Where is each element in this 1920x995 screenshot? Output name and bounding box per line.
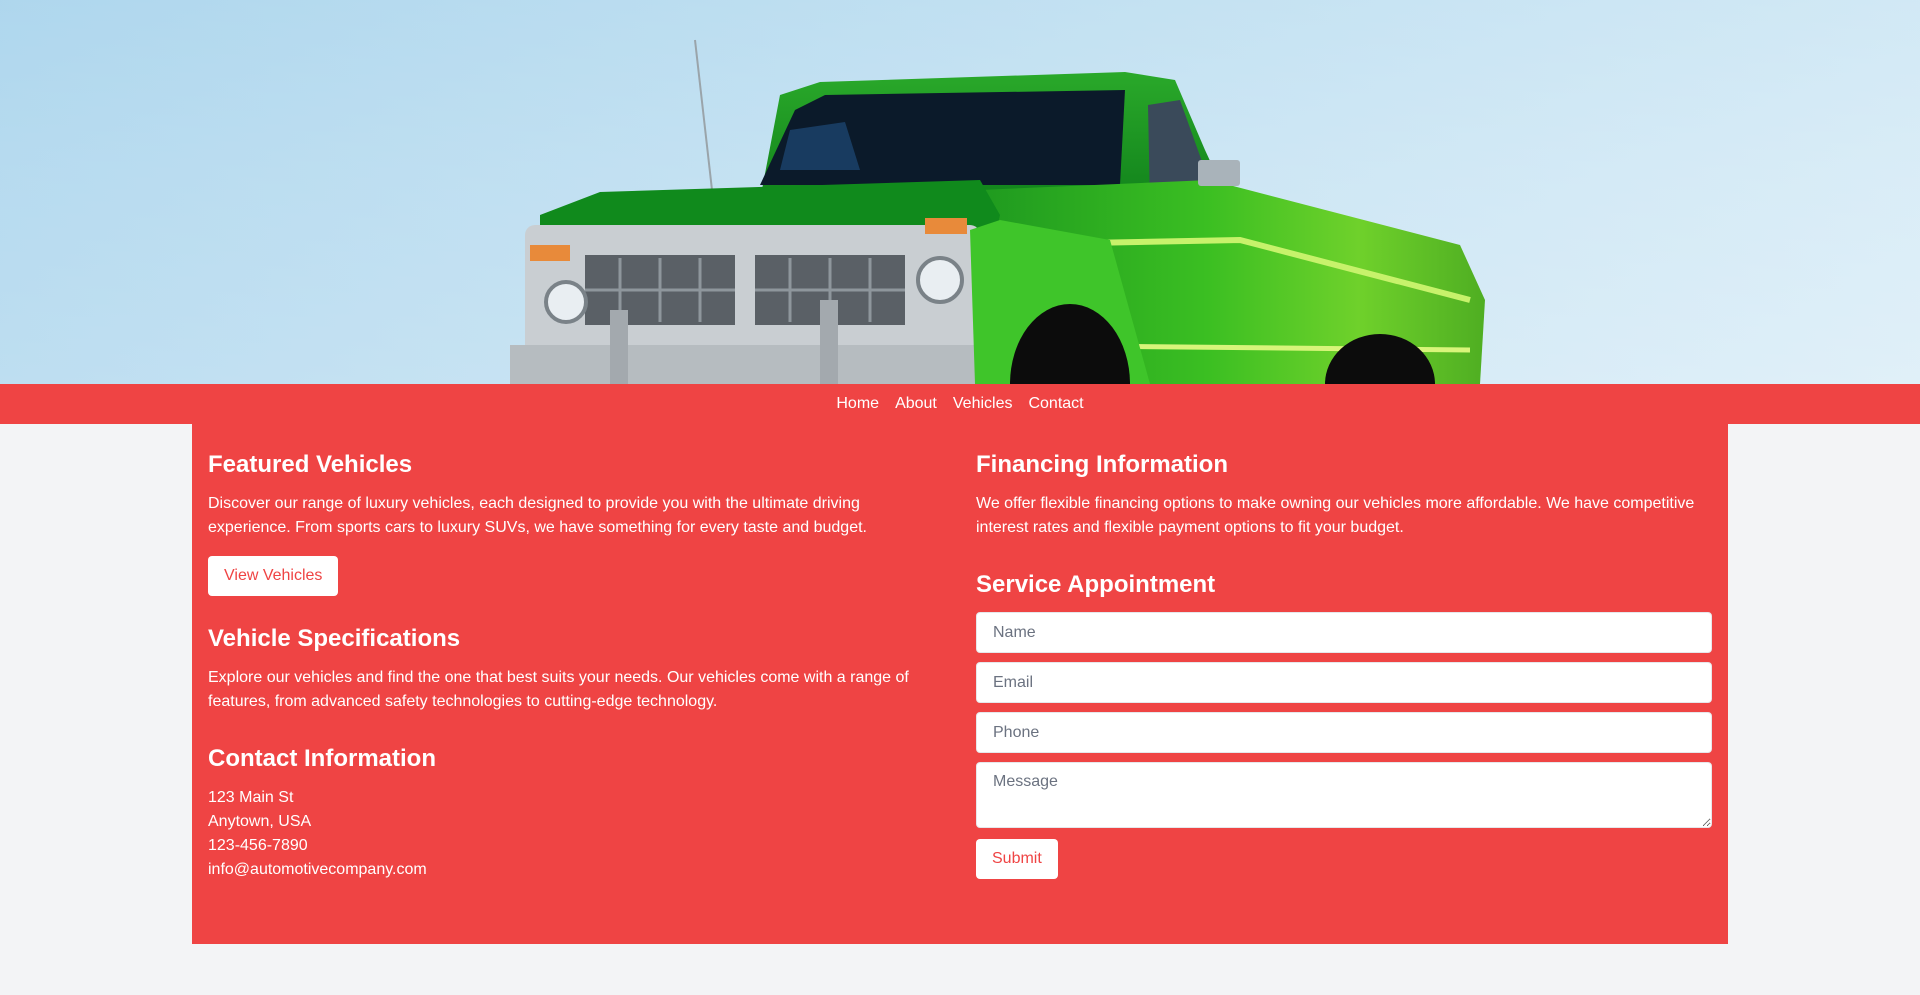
message-textarea[interactable] — [976, 762, 1712, 828]
featured-vehicles-text: Discover our range of luxury vehicles, e… — [208, 495, 867, 536]
nav-about-link[interactable]: About — [895, 384, 937, 424]
submit-wrap: Submit — [976, 839, 1712, 879]
main-nav: Home About Vehicles Contact — [0, 384, 1920, 424]
submit-button[interactable]: Submit — [976, 839, 1058, 879]
name-input[interactable] — [976, 612, 1712, 653]
nav-contact-link[interactable]: Contact — [1028, 384, 1083, 424]
financing-information-text: We offer flexible financing options to m… — [976, 495, 1695, 536]
nav-vehicles-link[interactable]: Vehicles — [953, 384, 1013, 424]
hero-image — [0, 0, 1920, 384]
contact-phone: 123-456-7890 — [208, 837, 308, 854]
pickup-truck-illustration — [0, 0, 1920, 384]
nav-home-link[interactable]: Home — [836, 384, 879, 424]
view-vehicles-button[interactable]: View Vehicles — [208, 556, 339, 596]
vehicle-specifications-heading: Vehicle Specifications — [208, 625, 461, 652]
address-line-2: Anytown, USA — [208, 813, 312, 830]
address-line-1: 123 Main St — [208, 789, 294, 806]
vehicle-specifications-text: Explore our vehicles and find the one th… — [208, 669, 909, 710]
left-column: Featured Vehicles Discover our range of … — [208, 440, 944, 928]
service-appointment-form: Submit — [976, 612, 1712, 879]
contact-address: 123 Main St Anytown, USA 123-456-7890 in… — [208, 786, 944, 882]
contact-email: info@automotivecompany.com — [208, 861, 427, 878]
featured-vehicles-heading: Featured Vehicles — [208, 451, 413, 478]
phone-input[interactable] — [976, 712, 1712, 753]
view-vehicles-wrap: View Vehicles — [208, 556, 944, 596]
financing-information-heading: Financing Information — [976, 451, 1228, 478]
service-appointment-heading: Service Appointment — [976, 571, 1216, 598]
right-column: Financing Information We offer flexible … — [976, 440, 1712, 928]
main-content: Featured Vehicles Discover our range of … — [192, 424, 1728, 944]
email-input[interactable] — [976, 662, 1712, 703]
contact-information-heading: Contact Information — [208, 745, 436, 772]
